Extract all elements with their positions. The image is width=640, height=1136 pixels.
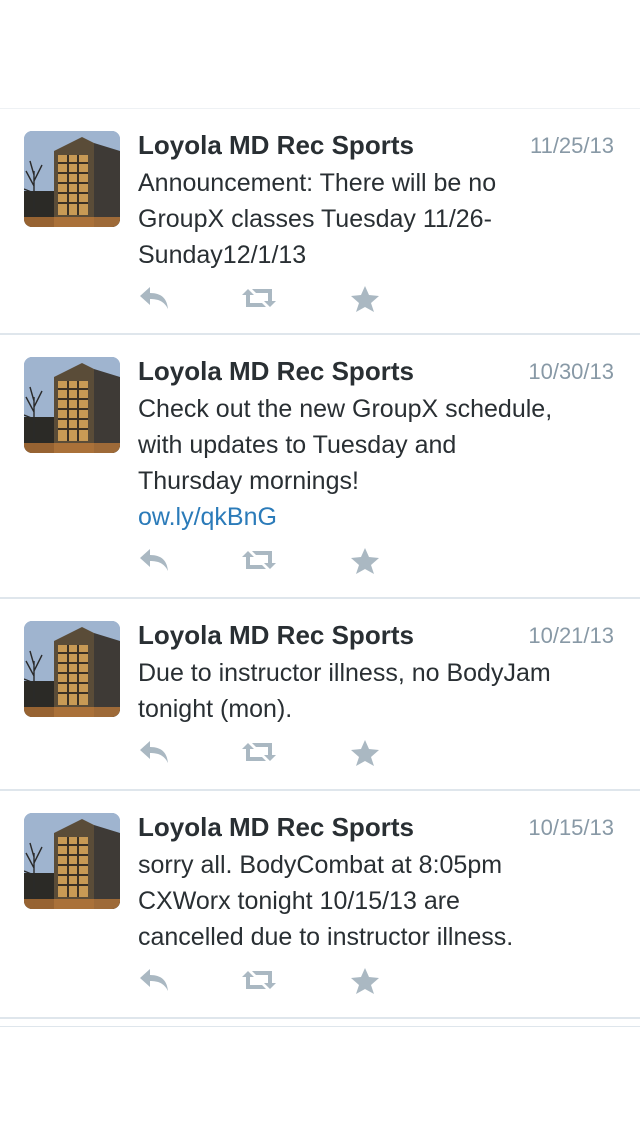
star-icon[interactable] xyxy=(350,285,380,318)
tweet-author-name[interactable]: Loyola MD Rec Sports xyxy=(138,355,414,387)
star-icon[interactable] xyxy=(350,739,380,772)
tweet-date: 10/21/13 xyxy=(528,623,614,648)
tweet-text: Announcement: There will be no GroupX cl… xyxy=(138,165,618,273)
building-photo-icon xyxy=(24,357,120,453)
tweet-text: Check out the new GroupX schedule, with … xyxy=(138,391,618,535)
tweet-author-name[interactable]: Loyola MD Rec Sports xyxy=(138,811,414,843)
reply-icon[interactable] xyxy=(138,547,170,578)
tweet-item[interactable]: Loyola MD Rec Sports 11/25/13 Announceme… xyxy=(0,109,640,335)
star-icon[interactable] xyxy=(350,967,380,1000)
tweet-date: 11/25/13 xyxy=(529,133,614,158)
tweet-author-name[interactable]: Loyola MD Rec Sports xyxy=(138,619,414,651)
list-end-divider xyxy=(0,1026,640,1027)
tweet-actions xyxy=(138,285,398,317)
tweet-actions xyxy=(138,739,398,771)
tweet-text-line: Sunday12/1/13 xyxy=(138,241,307,269)
tweet-date: 10/30/13 xyxy=(528,359,614,384)
reply-icon[interactable] xyxy=(138,739,170,770)
avatar[interactable] xyxy=(24,813,120,909)
tweet-text-line: Due to instructor illness, no BodyJam xyxy=(138,659,551,687)
tweet-item[interactable]: Loyola MD Rec Sports 10/21/13 Due to ins… xyxy=(0,599,640,791)
tweet-text-line: CXWorx tonight 10/15/13 are xyxy=(138,887,460,915)
reply-icon[interactable] xyxy=(138,967,170,998)
tweet-text-line: sorry all. BodyCombat at 8:05pm xyxy=(138,851,503,879)
retweet-icon[interactable] xyxy=(240,739,278,770)
tweet-text-line: GroupX classes Tuesday 11/26- xyxy=(138,205,492,233)
retweet-icon[interactable] xyxy=(240,967,278,998)
avatar[interactable] xyxy=(24,357,120,453)
tweet-item[interactable]: Loyola MD Rec Sports 10/30/13 Check out … xyxy=(0,335,640,599)
tweet-actions xyxy=(138,547,398,579)
tweet-text: Due to instructor illness, no BodyJam to… xyxy=(138,655,618,727)
avatar[interactable] xyxy=(24,131,120,227)
tweet-text: sorry all. BodyCombat at 8:05pm CXWorx t… xyxy=(138,847,618,955)
retweet-icon[interactable] xyxy=(240,547,278,578)
tweet-actions xyxy=(138,967,398,999)
tweet-text-line: Check out the new GroupX schedule, xyxy=(138,395,553,423)
building-photo-icon xyxy=(24,131,120,227)
tweet-text-line: Announcement: There will be no xyxy=(138,169,497,197)
building-photo-icon xyxy=(24,621,120,717)
tweet-link[interactable]: ow.ly/qkBnG xyxy=(138,499,618,535)
avatar[interactable] xyxy=(24,621,120,717)
reply-icon[interactable] xyxy=(138,285,170,316)
tweet-text-line: cancelled due to instructor illness. xyxy=(138,923,514,951)
retweet-icon[interactable] xyxy=(240,285,278,316)
tweet-date: 10/15/13 xyxy=(528,815,614,840)
tweet-author-name[interactable]: Loyola MD Rec Sports xyxy=(138,129,414,161)
building-photo-icon xyxy=(24,813,120,909)
tweet-text-line: Thursday mornings! xyxy=(138,467,359,495)
top-blank-area xyxy=(0,0,640,109)
tweet-item[interactable]: Loyola MD Rec Sports 10/15/13 sorry all.… xyxy=(0,791,640,1019)
tweet-text-line: tonight (mon). xyxy=(138,695,293,723)
star-icon[interactable] xyxy=(350,547,380,580)
tweet-text-line: with updates to Tuesday and xyxy=(138,431,457,459)
